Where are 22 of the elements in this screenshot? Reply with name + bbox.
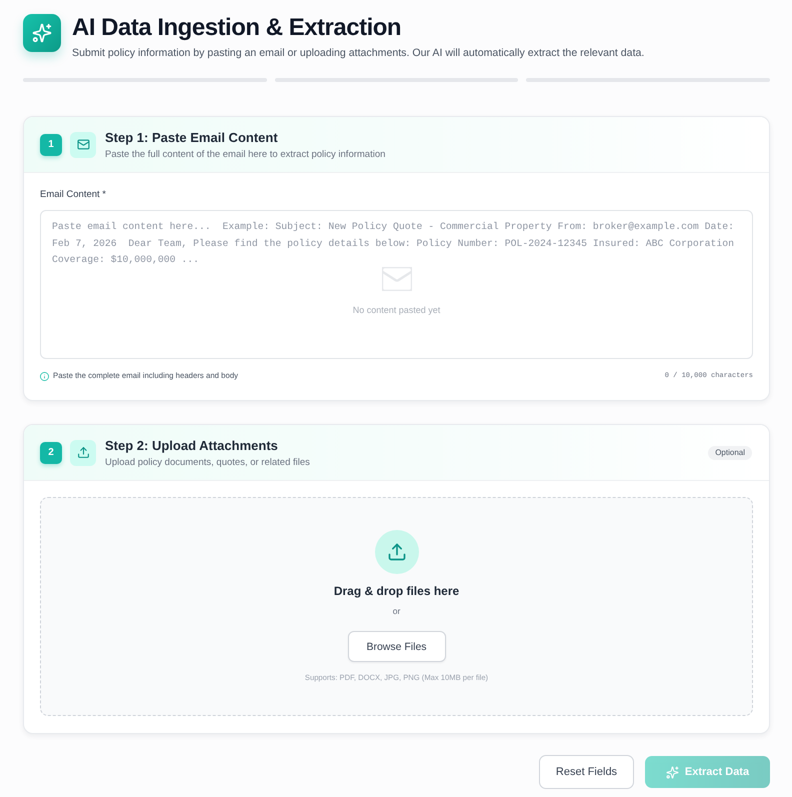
sparkle-icon bbox=[23, 14, 61, 52]
step-number: 2 bbox=[40, 442, 62, 464]
step-number: 1 bbox=[40, 134, 62, 156]
field-label: Email Content * bbox=[40, 189, 106, 201]
sparkle-icon bbox=[666, 766, 679, 778]
page-subtitle: Submit policy information by pasting an email or uploading attachments. Our AI will automatically extract the relevant data. bbox=[72, 46, 644, 60]
upload-icon bbox=[70, 440, 96, 466]
info-icon bbox=[40, 372, 49, 380]
upload-icon bbox=[374, 530, 418, 574]
separator-text: or bbox=[392, 605, 400, 617]
step-title: Step 1: Paste Email Content bbox=[105, 128, 278, 146]
drop-zone-title: Drag & drop files here bbox=[334, 584, 460, 599]
step-title: Step 2: Upload Attachments bbox=[105, 436, 278, 454]
mail-icon bbox=[70, 132, 96, 158]
browse-button[interactable]: Browse Files bbox=[348, 631, 446, 662]
mail-icon bbox=[382, 267, 412, 291]
reset-button[interactable]: Reset Fields bbox=[539, 755, 634, 789]
step-description: Paste the full content of the email here to extract policy information bbox=[105, 148, 386, 160]
step-description: Upload policy documents, quotes, or related files bbox=[105, 456, 310, 468]
empty-state-text: No content pasted yet bbox=[352, 304, 440, 316]
optional-badge: Optional bbox=[708, 446, 752, 460]
page-title: AI Data Ingestion & Extraction bbox=[72, 14, 402, 42]
